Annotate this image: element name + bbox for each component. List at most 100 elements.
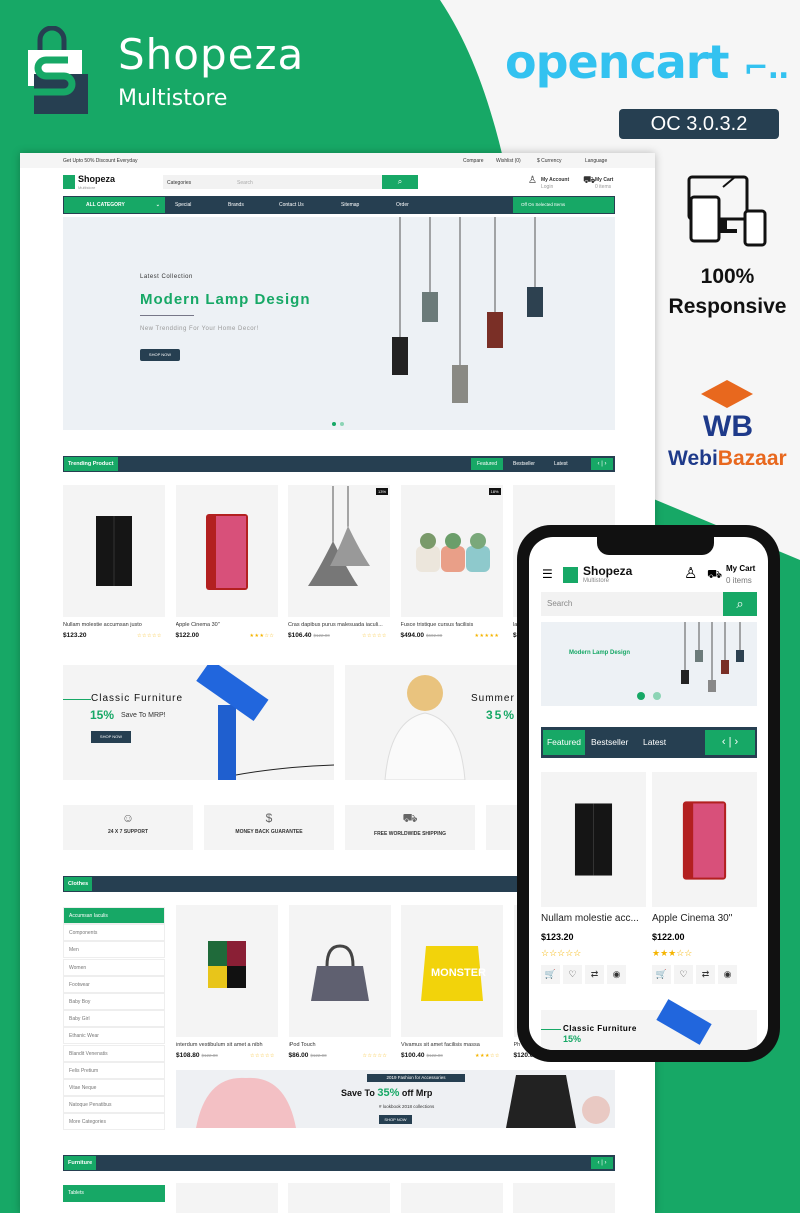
banner-shop-now-button[interactable]: SHOP NOW (91, 731, 131, 743)
categories-select[interactable]: Categories (167, 180, 191, 186)
furniture-category-item[interactable]: Tablets (63, 1185, 165, 1202)
mobile-search-button[interactable]: ⌕ (723, 592, 757, 616)
nav-brands[interactable]: Brands (228, 202, 244, 208)
product-name[interactable]: Apple Cinema 30" (176, 622, 278, 628)
product-name[interactable]: interdum vestibulum sit amet a nibh (176, 1042, 278, 1048)
cart-icon[interactable]: ⛟ (707, 567, 722, 583)
compare-link[interactable]: Compare (463, 158, 484, 164)
product-card[interactable] (541, 772, 646, 907)
tab-latest[interactable]: Latest (643, 737, 666, 747)
search-button[interactable]: ⌕ (382, 175, 418, 189)
tab-latest[interactable]: Latest (554, 461, 568, 467)
mobile-search-input[interactable]: Search (541, 592, 723, 616)
currency-dropdown[interactable]: $ Currency (537, 158, 561, 164)
product-image (208, 941, 246, 988)
product-name[interactable]: Cras dapibus purus malesuada iaculi... (288, 622, 390, 628)
cart-icon-button[interactable]: 🛒 (652, 965, 671, 984)
slider-dot[interactable] (340, 422, 344, 426)
product-card[interactable] (652, 772, 757, 907)
category-item[interactable]: Components (63, 924, 165, 942)
tab-bestseller[interactable]: Bestseller (591, 737, 628, 747)
login-link[interactable]: Login (541, 184, 553, 190)
offer-link[interactable]: Off On Selected Items (513, 197, 614, 213)
slider-dot-active[interactable] (637, 692, 645, 700)
product-card[interactable]: MONSTER (401, 905, 503, 1037)
language-dropdown[interactable]: Language (585, 158, 607, 164)
my-account-link[interactable]: My Account (541, 177, 569, 183)
category-item[interactable]: Blandit Venenatis (63, 1044, 165, 1062)
opencart-logo: opencart ⌐.. (505, 35, 789, 89)
product-price: $86.00 $122.00 (288, 1052, 327, 1059)
rating-stars: ☆☆☆☆☆ (362, 633, 387, 639)
slider-dot[interactable] (653, 692, 661, 700)
fashion-headline: Save To 35% off Mrp (341, 1087, 433, 1099)
carousel-arrows[interactable]: ‹ | › (591, 458, 613, 470)
mobile-cart-link[interactable]: My Cart (726, 564, 755, 573)
svg-text:MONSTER: MONSTER (431, 967, 486, 979)
nav-order[interactable]: Order (396, 202, 409, 208)
category-item[interactable]: Men (63, 941, 165, 959)
eye-icon-button[interactable]: ◉ (718, 965, 737, 984)
product-name[interactable]: Nullam molestie accumsan justo (63, 622, 165, 628)
product-name[interactable]: Vivamus sit amet facilisis massa (401, 1042, 503, 1048)
heart-icon-button[interactable]: ♡ (563, 965, 582, 984)
category-item[interactable]: Women (63, 958, 165, 976)
product-card[interactable] (400, 485, 503, 617)
category-item[interactable]: Footwear (63, 975, 165, 993)
wishlist-link[interactable]: Wishlist (0) (496, 158, 521, 164)
search-icon: ⌕ (397, 177, 403, 186)
product-card[interactable] (63, 485, 165, 617)
logo-icon (63, 175, 75, 189)
category-item[interactable]: Baby Girl (63, 1010, 165, 1028)
carousel-arrows[interactable]: ‹ | › (705, 730, 755, 755)
tab-bestseller[interactable]: Bestseller (513, 461, 535, 467)
product-image (205, 514, 248, 590)
all-category-button[interactable]: ALL CATEGORY ⌄ (64, 197, 165, 213)
user-icon[interactable]: ♙ (684, 564, 697, 582)
my-cart-link[interactable]: My Cart (595, 177, 613, 183)
carousel-arrows[interactable]: ‹ | › (591, 1157, 613, 1169)
product-price: $123.20 (541, 932, 574, 942)
category-item[interactable]: More Categories (63, 1113, 165, 1131)
hamburger-menu-icon[interactable]: ☰ (542, 567, 553, 581)
old-price: $602.00 (426, 633, 443, 638)
product-name[interactable]: Nullam molestie acc... (541, 913, 639, 924)
search-input[interactable]: Search (237, 180, 253, 186)
hero-shop-now-button[interactable]: SHOP NOW (140, 349, 180, 361)
product-name[interactable]: iPod Touch (289, 1042, 391, 1048)
mobile-logo[interactable]: Shopeza (583, 564, 632, 578)
category-item[interactable]: Baby Boy (63, 993, 165, 1010)
product-name[interactable]: Fusce tristique cursus facilisis (401, 622, 503, 628)
header-logo[interactable]: Shopeza (78, 174, 115, 184)
product-card[interactable] (176, 905, 278, 1037)
nav-special[interactable]: Special (175, 202, 191, 208)
cart-icon-button[interactable]: 🛒 (541, 965, 560, 984)
responsive-label: 100% Responsive (668, 265, 787, 318)
product-card[interactable] (288, 485, 390, 617)
compare-icon-button[interactable]: ⇄ (696, 965, 715, 984)
product-card[interactable] (175, 485, 278, 617)
lamps-image (681, 622, 744, 692)
heart-icon-button[interactable]: ♡ (674, 965, 693, 984)
cart-count: 0 items (595, 184, 612, 190)
category-item[interactable]: Natoque Penatibus (63, 1096, 165, 1114)
category-item[interactable]: Ethanic Wear (63, 1027, 165, 1045)
hero-subtitle: New Trendding For Your Home Decor! (140, 326, 259, 332)
blue-lamp-image (196, 665, 334, 780)
tab-featured[interactable]: Featured (543, 730, 585, 755)
nav-sitemap[interactable]: Sitemap (341, 202, 359, 208)
feature-shipping: ⛟ FREE WORLDWIDE SHIPPING (345, 805, 475, 850)
product-price: $123.20 (63, 632, 87, 639)
eye-icon-button[interactable]: ◉ (607, 965, 626, 984)
product-card[interactable] (288, 905, 391, 1037)
mobile-banner-title: Classic Furniture (563, 1024, 637, 1033)
fashion-shop-now-button[interactable]: SHOP NOW (379, 1115, 412, 1124)
nav-contact-us[interactable]: Contact Us (279, 202, 304, 208)
category-item[interactable]: Felis Pretium (63, 1061, 165, 1079)
product-name[interactable]: Apple Cinema 30" (652, 913, 732, 924)
compare-icon-button[interactable]: ⇄ (585, 965, 604, 984)
tab-featured[interactable]: Featured (471, 458, 503, 470)
slider-dot-active[interactable] (332, 422, 336, 426)
category-item[interactable]: Accumsan Iaculis (63, 907, 165, 924)
category-item[interactable]: Vitae Neque (63, 1079, 165, 1096)
